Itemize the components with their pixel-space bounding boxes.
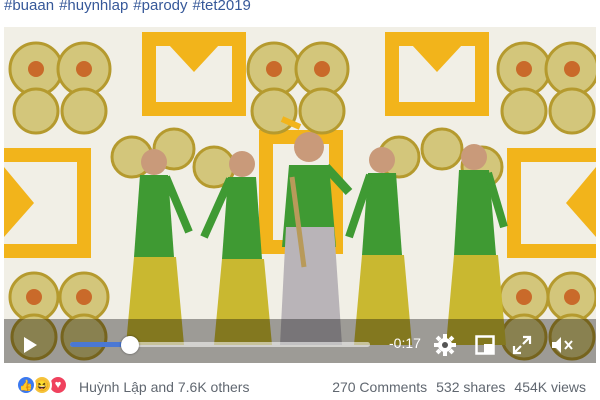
hashtag-link[interactable]: #parody (133, 0, 187, 19)
play-icon (24, 337, 37, 353)
play-button[interactable] (20, 335, 40, 355)
video-frame (4, 27, 596, 363)
hashtag-link[interactable]: #huynhlap (59, 0, 128, 19)
video-player[interactable]: -0:17 (4, 27, 596, 363)
like-icon: 👍 (16, 375, 36, 395)
mute-button[interactable] (550, 334, 574, 356)
speaker-muted-icon (552, 337, 573, 353)
shares-count[interactable]: 532 shares (436, 379, 505, 395)
post-stats: 270 Comments 532 shares 454K views (332, 379, 586, 395)
hashtag-link[interactable]: #buaan (4, 0, 54, 19)
views-count: 454K views (514, 379, 586, 395)
expand-icon (512, 335, 532, 355)
progress-bar[interactable] (70, 336, 370, 354)
hashtag-link[interactable]: #tet2019 (193, 0, 251, 19)
gear-icon (434, 334, 456, 356)
reaction-icons[interactable]: 👍 😆 ♥ (16, 375, 68, 395)
time-remaining: -0:17 (389, 335, 421, 351)
comments-count[interactable]: 270 Comments (332, 379, 427, 395)
picture-in-picture-icon (475, 335, 495, 355)
settings-button[interactable] (434, 334, 456, 356)
pip-button[interactable] (474, 334, 496, 356)
video-controls: -0:17 (4, 325, 596, 363)
fullscreen-button[interactable] (511, 334, 533, 356)
progress-handle[interactable] (121, 336, 139, 354)
hashtag-line: #buaan #huynhlap #parody #tet2019 (4, 0, 251, 19)
facebook-video-post: #buaan #huynhlap #parody #tet2019 -0:17 … (0, 0, 600, 400)
reaction-summary[interactable]: Huỳnh Lập and 7.6K others (79, 379, 249, 395)
post-footer: 👍 😆 ♥ Huỳnh Lập and 7.6K others 270 Comm… (0, 374, 600, 400)
